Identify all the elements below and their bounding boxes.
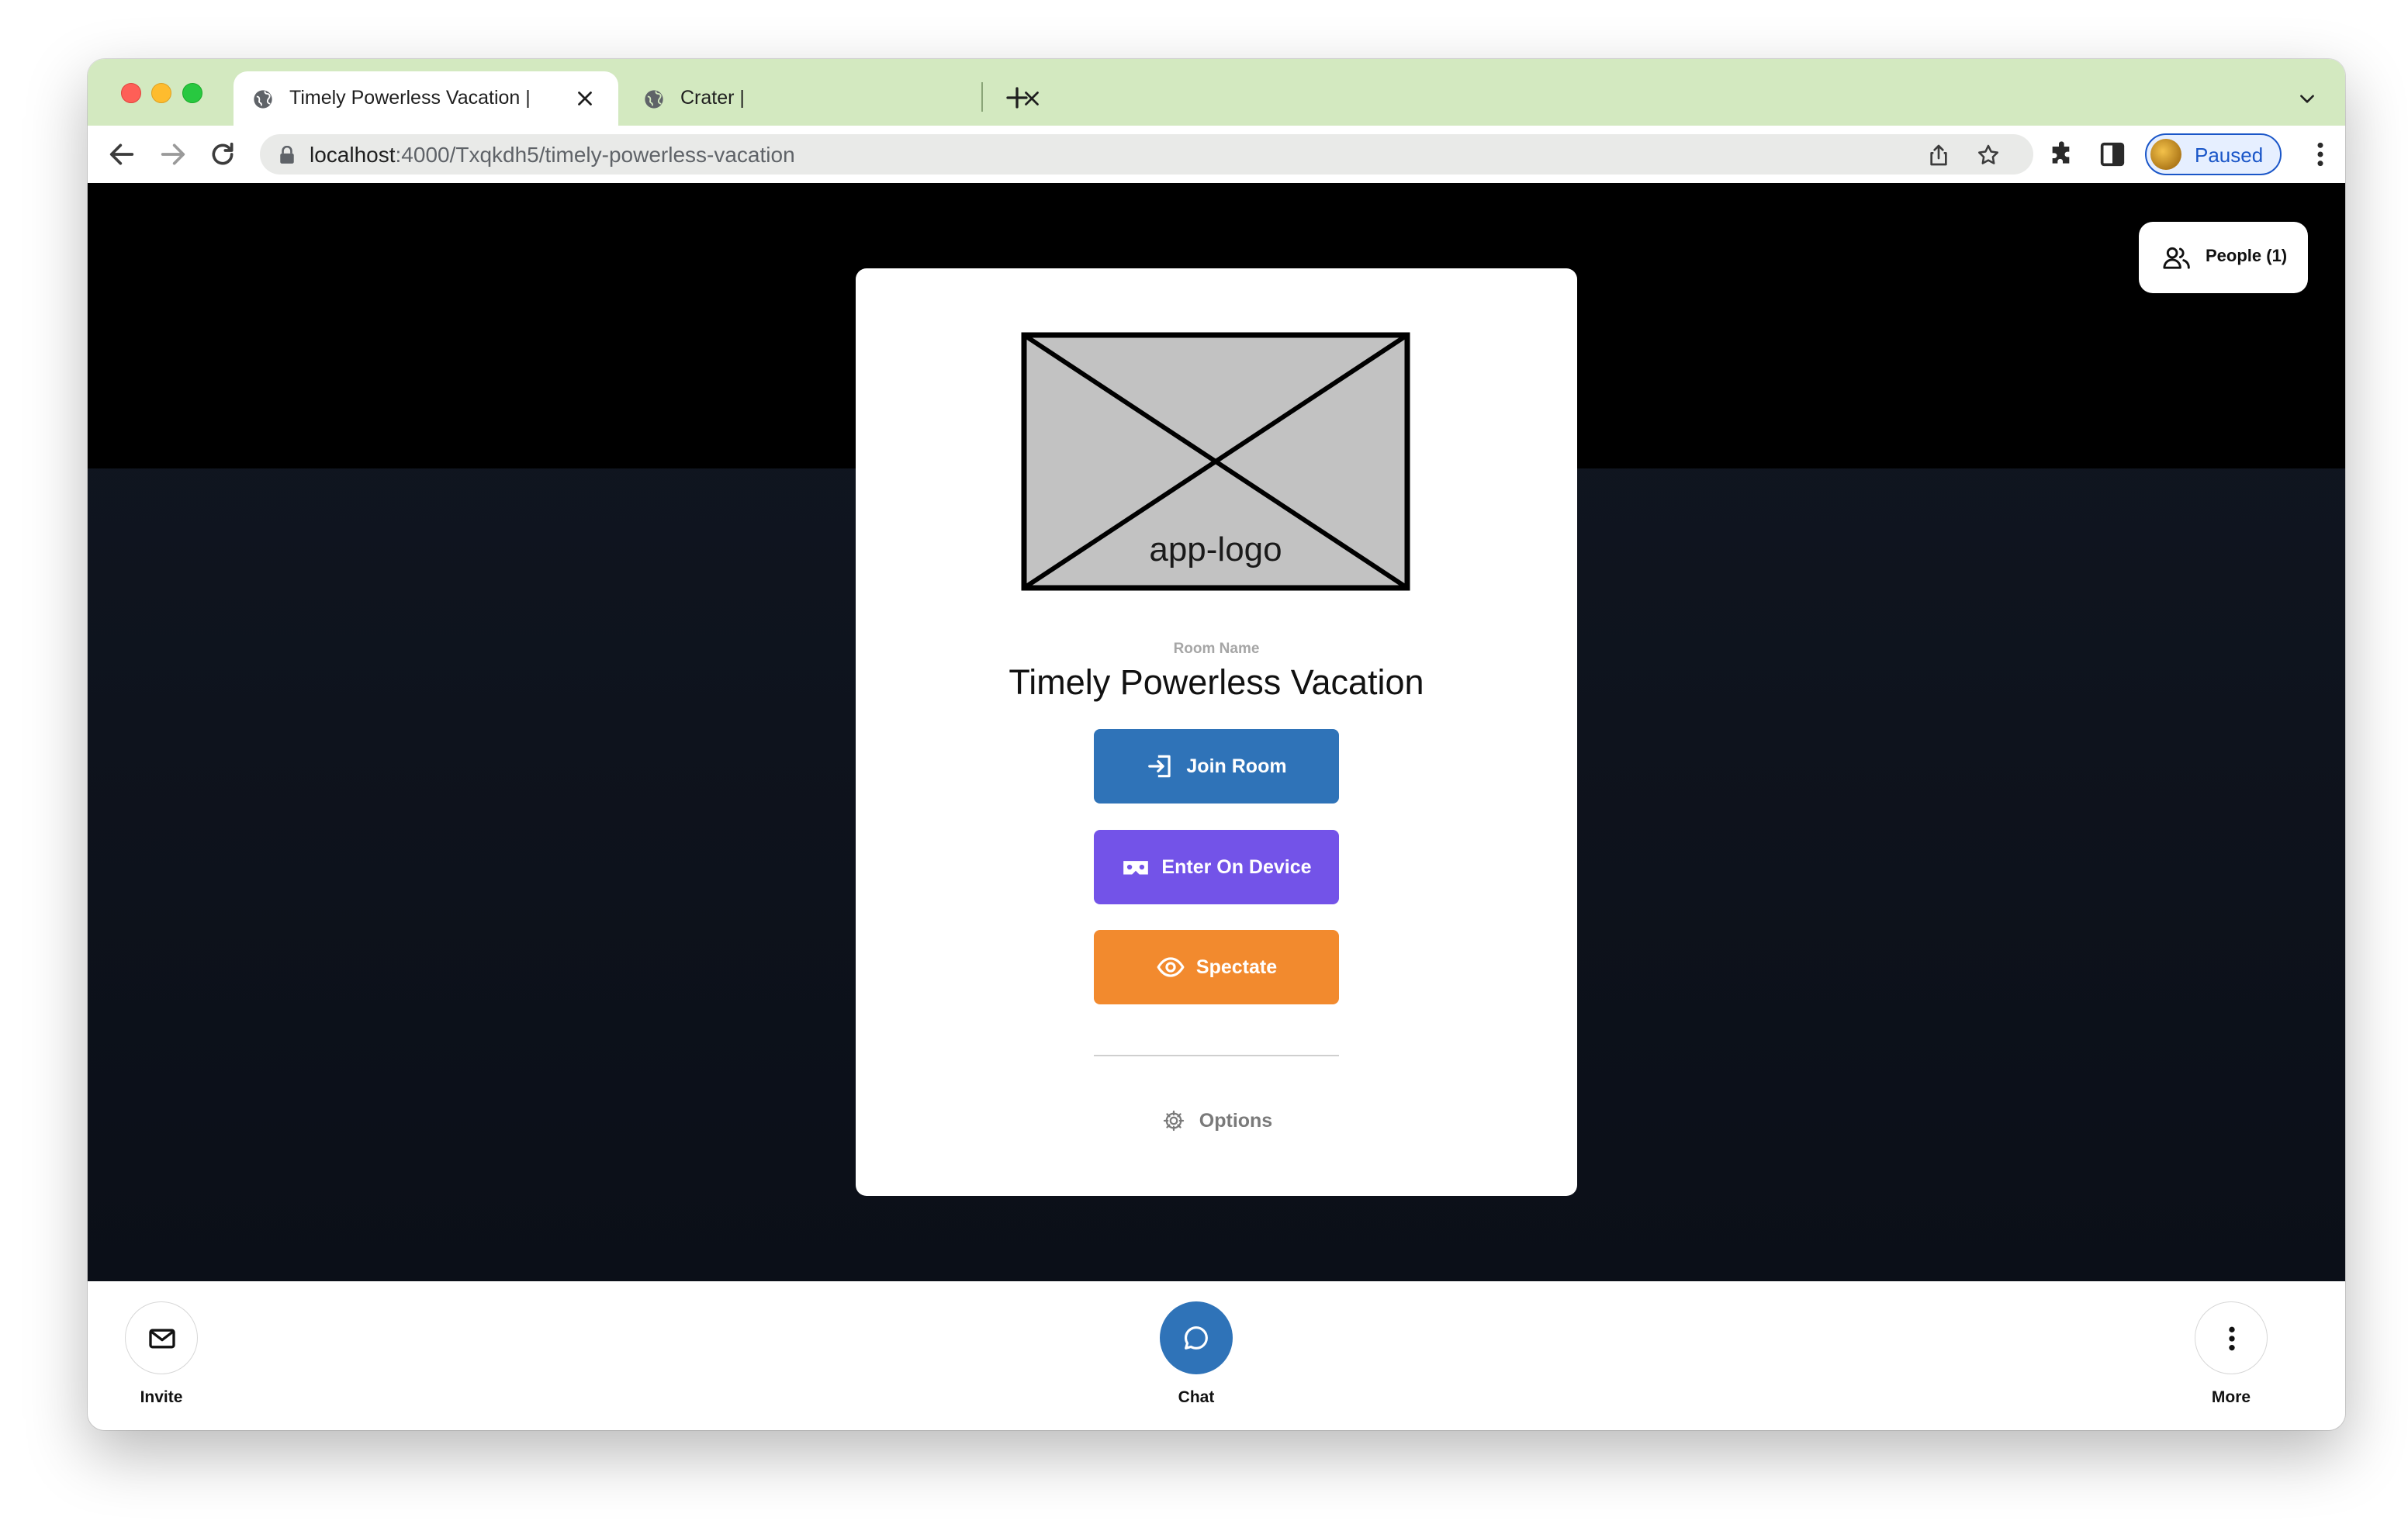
tab-title: Crater |: [680, 87, 745, 109]
more-button[interactable]: [2195, 1301, 2268, 1374]
tab-separator: [981, 82, 983, 112]
sidebar-icon[interactable]: [2097, 139, 2128, 170]
puzzle-icon[interactable]: [2047, 139, 2078, 170]
logo-placeholder-text: app-logo: [1149, 530, 1282, 569]
address-bar[interactable]: localhost:4000/Txqkdh5/timely-powerless-…: [260, 134, 2033, 175]
tab-title: Timely Powerless Vacation |: [289, 87, 531, 109]
room-name: Timely Powerless Vacation: [1009, 662, 1424, 702]
invite-button[interactable]: [125, 1301, 198, 1374]
people-icon: [2163, 247, 2190, 269]
profile-button[interactable]: Paused: [2145, 133, 2282, 175]
kebab-menu-icon: [2229, 1326, 2235, 1351]
mail-icon: [149, 1329, 175, 1349]
window-minimize-button[interactable]: [151, 83, 171, 103]
url-host: localhost: [310, 143, 396, 167]
more-label: More: [2211, 1388, 2251, 1406]
options-button[interactable]: Options: [856, 1101, 1577, 1140]
lock-icon[interactable]: [279, 146, 296, 164]
plus-icon[interactable]: [1003, 84, 1031, 112]
url-text: localhost:4000/Txqkdh5/timely-powerless-…: [310, 143, 795, 168]
invite-label: Invite: [140, 1388, 183, 1406]
window-close-button[interactable]: [121, 83, 141, 103]
room-entry-card: app-logo Room Name Timely Powerless Vaca…: [856, 268, 1577, 1196]
spectate-button[interactable]: Spectate: [1094, 930, 1339, 1004]
options-label: Options: [1199, 1109, 1273, 1132]
chevron-down-icon[interactable]: [2297, 88, 2317, 109]
eye-icon: [1157, 957, 1185, 977]
tab-crater[interactable]: Crater |: [624, 71, 1062, 126]
people-button[interactable]: People (1): [2139, 222, 2308, 293]
star-icon[interactable]: [1976, 143, 2001, 168]
tab-strip: Timely Powerless Vacation | Crater |: [88, 59, 2345, 126]
forward-arrow-icon[interactable]: [157, 139, 189, 170]
kebab-menu-icon[interactable]: [2305, 139, 2336, 170]
globe-icon: [254, 90, 272, 109]
app-viewport: People (1) app-logo Room Name Timely Pow…: [88, 183, 2345, 1281]
join-room-button[interactable]: Join Room: [1094, 729, 1339, 804]
app-logo: app-logo: [1021, 332, 1410, 591]
room-name-caption: Room Name: [1173, 641, 1260, 657]
enter-on-device-label: Enter On Device: [1161, 855, 1312, 878]
globe-icon: [645, 90, 663, 109]
browser-toolbar: localhost:4000/Txqkdh5/timely-powerless-…: [88, 126, 2345, 184]
spectate-label: Spectate: [1195, 956, 1278, 978]
back-arrow-icon[interactable]: [106, 139, 137, 170]
chat-button[interactable]: [1160, 1301, 1233, 1374]
browser-window: Timely Powerless Vacation | Crater | loc…: [88, 59, 2345, 1430]
tab-timely-powerless-vacation[interactable]: Timely Powerless Vacation |: [234, 71, 618, 126]
reload-icon[interactable]: [207, 139, 238, 170]
chat-bubble-icon: [1184, 1326, 1208, 1350]
join-room-label: Join Room: [1186, 755, 1287, 777]
bottom-action-bar: Invite Chat More: [88, 1281, 2345, 1430]
enter-on-device-button[interactable]: Enter On Device: [1094, 830, 1339, 904]
avatar: [2150, 139, 2181, 170]
window-maximize-button[interactable]: [182, 83, 202, 103]
vr-headset-icon: [1123, 861, 1149, 875]
close-icon[interactable]: [573, 87, 597, 110]
login-icon: [1148, 755, 1171, 778]
people-button-label: People (1): [2206, 246, 2288, 265]
profile-status-label: Paused: [2195, 143, 2264, 167]
chat-label: Chat: [1178, 1388, 1215, 1406]
gear-icon: [1163, 1110, 1184, 1132]
share-icon[interactable]: [1926, 143, 1951, 168]
url-path: :4000/Txqkdh5/timely-powerless-vacation: [395, 143, 795, 167]
divider: [1094, 1055, 1339, 1056]
